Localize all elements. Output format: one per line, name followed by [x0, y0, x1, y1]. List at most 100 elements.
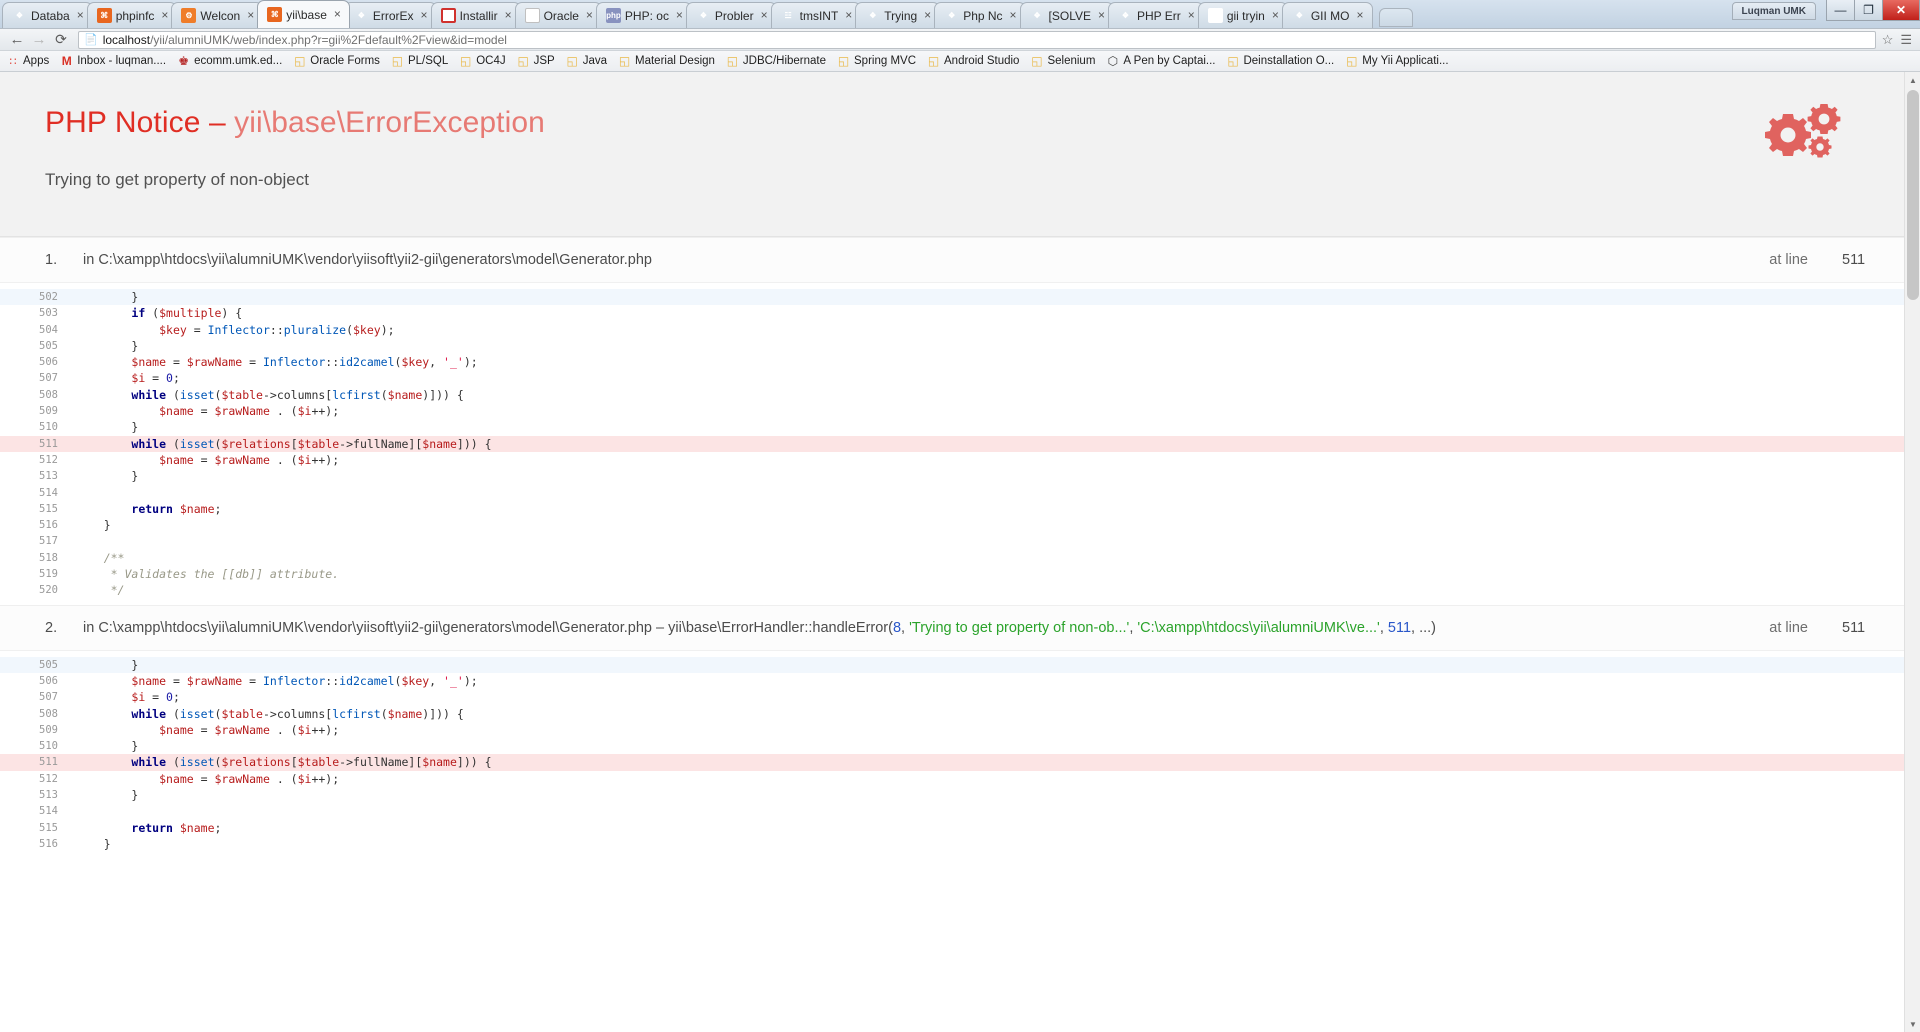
- browser-tab[interactable]: ☳ tmsINT ×: [770, 2, 862, 28]
- code-line: 504 $key = Inflector::pluralize($key);: [0, 322, 1904, 338]
- scroll-up-arrow[interactable]: ▲: [1905, 72, 1920, 88]
- user-profile-chip[interactable]: Luqman UMK: [1731, 2, 1816, 20]
- bookmark-item[interactable]: ◱ Selenium: [1030, 54, 1095, 68]
- bookmark-item[interactable]: ♚ ecomm.umk.ed...: [177, 54, 282, 68]
- bookmark-star-icon[interactable]: ☆: [1882, 32, 1894, 48]
- code-line-number: 505: [39, 339, 58, 352]
- browser-tab[interactable]: ❖ Databa ×: [2, 2, 93, 28]
- browser-tab[interactable]: ⌘ phpinfc ×: [86, 2, 178, 28]
- browser-tab[interactable]: php PHP: oc ×: [595, 2, 692, 28]
- bookmark-item[interactable]: ⬡ A Pen by Captai...: [1106, 54, 1216, 68]
- bookmark-item[interactable]: ◱ OC4J: [459, 54, 506, 68]
- browser-tab[interactable]: ❖ PHP Err ×: [1108, 2, 1204, 28]
- bookmark-item[interactable]: ◱ My Yii Applicati...: [1345, 54, 1448, 68]
- restore-button[interactable]: ❐: [1854, 0, 1883, 21]
- tab-close-icon[interactable]: ×: [1186, 9, 1197, 21]
- code-line-text: }: [76, 419, 1904, 435]
- browser-tab[interactable]: Oracle ×: [514, 2, 602, 28]
- tab-close-icon[interactable]: ×: [159, 9, 170, 21]
- firefox-icon: ❖: [357, 11, 365, 20]
- bookmark-item[interactable]: ◱ Spring MVC: [837, 54, 916, 68]
- tab-close-icon[interactable]: ×: [419, 9, 430, 21]
- tab-close-icon[interactable]: ×: [75, 9, 86, 21]
- code-token: $key: [401, 673, 430, 688]
- code-token: $rawName: [186, 355, 243, 370]
- code-line-number: 503: [39, 307, 58, 320]
- browser-tab[interactable]: ❖ [SOLVE ×: [1019, 2, 1115, 28]
- close-button[interactable]: ✕: [1882, 0, 1920, 21]
- tab-close-icon[interactable]: ×: [1355, 9, 1366, 21]
- scroll-down-arrow[interactable]: ▼: [1905, 1016, 1920, 1032]
- tab-close-icon[interactable]: ×: [922, 9, 933, 21]
- reload-icon[interactable]: ⟳: [50, 31, 72, 48]
- code-token: $multiple: [159, 306, 222, 321]
- browser-tab[interactable]: ⌘ yii\base ×: [257, 0, 350, 28]
- error-header: PHP Notice – yii\base\ErrorException Try…: [0, 72, 1904, 237]
- tab-close-icon[interactable]: ×: [759, 9, 770, 21]
- code-token: $i: [131, 690, 146, 705]
- stack-frame-header[interactable]: 1. in C:\xampp\htdocs\yii\alumniUMK\vendo…: [0, 237, 1904, 283]
- code-token: )])) {: [422, 706, 464, 721]
- url-path: /yii/alumniUMK/web/index.php?r=gii%2Fdef…: [150, 32, 507, 47]
- folder-icon: ◱: [460, 54, 472, 68]
- tab-close-icon[interactable]: ×: [584, 9, 595, 21]
- code-token: (: [145, 306, 160, 321]
- code-line-text: $i = 0;: [76, 689, 1904, 705]
- code-line-text: while (isset($relations[$table->fullName…: [76, 754, 1904, 770]
- toolbar-right: ☆ ☰: [1882, 32, 1914, 48]
- browser-tab[interactable]: ⚙ Welcon ×: [171, 2, 264, 28]
- code-line-text: $name = $rawName . ($i++);: [76, 722, 1904, 738]
- bookmark-item[interactable]: ◱ Oracle Forms: [293, 54, 380, 68]
- stack-frame-header[interactable]: 2. in C:\xampp\htdocs\yii\alumniUMK\vendo…: [0, 604, 1904, 651]
- google-icon: G: [1207, 8, 1223, 23]
- browser-tab[interactable]: ❖ Probler ×: [685, 2, 777, 28]
- firefox-icon: ❖: [15, 11, 24, 20]
- bookmark-item[interactable]: ◱ Deinstallation O...: [1226, 54, 1334, 68]
- chrome-menu-icon[interactable]: ☰: [1900, 32, 1912, 48]
- tab-close-icon[interactable]: ×: [843, 9, 854, 21]
- page-scrollbar[interactable]: ▲ ▼: [1904, 72, 1920, 1032]
- browser-tab[interactable]: ❖ Php Nc ×: [934, 2, 1026, 28]
- code-token: ++);: [311, 452, 340, 467]
- bookmark-item[interactable]: ◱ Java: [566, 54, 607, 68]
- code-token: isset: [179, 706, 215, 721]
- minimize-button[interactable]: —: [1826, 0, 1855, 21]
- bookmark-item[interactable]: M Inbox - luqman....: [60, 54, 166, 68]
- tab-close-icon[interactable]: ×: [1096, 9, 1107, 21]
- call-stack: 1. in C:\xampp\htdocs\yii\alumniUMK\vendo…: [0, 237, 1904, 859]
- browser-tab[interactable]: ❖ GII MO ×: [1281, 2, 1373, 28]
- code-token: id2camel: [339, 673, 395, 688]
- tab-close-icon[interactable]: ×: [503, 9, 514, 21]
- browser-tab[interactable]: Installir ×: [430, 2, 521, 28]
- code-token: ])) {: [456, 755, 492, 770]
- bookmark-item[interactable]: ◱ PL/SQL: [391, 54, 448, 68]
- back-icon[interactable]: ←: [6, 31, 28, 48]
- new-tab-button[interactable]: [1378, 8, 1413, 27]
- bookmark-item[interactable]: ◱ Android Studio: [927, 54, 1020, 68]
- code-token: isset: [179, 436, 215, 451]
- scrollbar-thumb[interactable]: [1907, 90, 1919, 300]
- tab-close-icon[interactable]: ×: [245, 9, 256, 21]
- bookmark-item[interactable]: ◱ JSP: [517, 54, 554, 68]
- firefox-icon: ❖: [948, 11, 956, 20]
- code-token: (: [166, 755, 180, 770]
- code-line-number: 515: [39, 502, 58, 515]
- tab-close-icon[interactable]: ×: [1008, 9, 1019, 21]
- code-token: =: [186, 322, 208, 337]
- tab-close-icon[interactable]: ×: [1270, 9, 1281, 21]
- address-bar[interactable]: 📄 localhost /yii/alumniUMK/web/index.php…: [78, 30, 1876, 49]
- bookmark-item[interactable]: ◱ Material Design: [618, 54, 715, 68]
- bookmark-item[interactable]: ◱ JDBC/Hibernate: [726, 54, 826, 68]
- browser-tab[interactable]: ❖ ErrorEx ×: [343, 2, 437, 28]
- browser-tab[interactable]: Ggii tryin ×: [1197, 2, 1288, 28]
- tab-close-icon[interactable]: ×: [332, 8, 343, 20]
- gear-icon: ⚙: [181, 8, 197, 23]
- tab-close-icon[interactable]: ×: [674, 9, 685, 21]
- tab-label: gii tryin: [1226, 8, 1265, 23]
- bookmark-item[interactable]: ∷ Apps: [6, 55, 50, 68]
- forward-icon[interactable]: →: [28, 31, 50, 48]
- browser-tab[interactable]: ❖ Trying ×: [855, 2, 941, 28]
